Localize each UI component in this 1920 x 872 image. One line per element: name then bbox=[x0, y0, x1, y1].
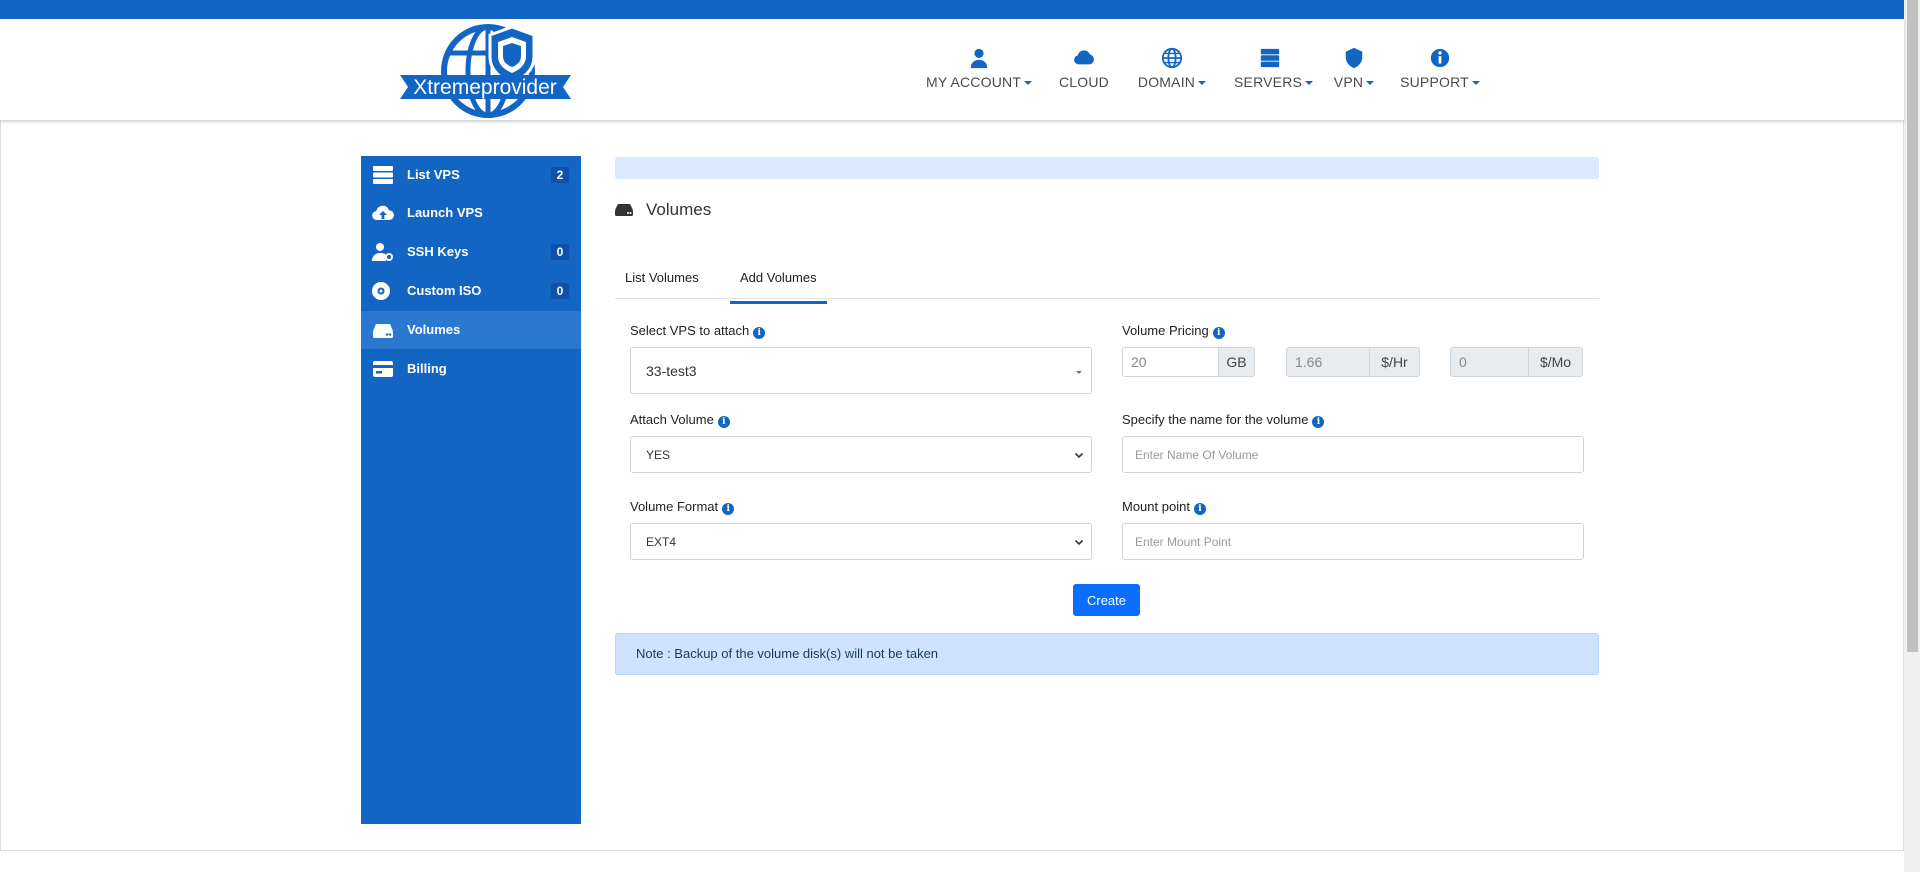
sidebar: List VPS 2 Launch VPS SSH Keys 0 Custom … bbox=[361, 156, 581, 824]
nav-domain-label: DOMAIN bbox=[1137, 74, 1196, 90]
site-header: Xtremeprovider MY ACCOUNT CLOUD DOMAIN S… bbox=[0, 19, 1904, 120]
sidebar-item-label: Billing bbox=[407, 361, 447, 376]
cloud-upload-icon bbox=[372, 203, 394, 223]
sidebar-item-label: List VPS bbox=[407, 167, 460, 182]
page-title-text: Volumes bbox=[646, 200, 712, 219]
monthly-price-unit: $/Mo bbox=[1529, 347, 1583, 377]
volume-name-input[interactable] bbox=[1122, 436, 1584, 473]
nav-cloud-label: CLOUD bbox=[1058, 74, 1109, 90]
caret-down-icon bbox=[1024, 81, 1033, 85]
mount-point-input[interactable] bbox=[1122, 523, 1584, 560]
caret-down-icon bbox=[1366, 81, 1375, 85]
caret-down-icon bbox=[1471, 81, 1480, 85]
tab-list-volumes[interactable]: List Volumes bbox=[625, 270, 699, 302]
cloud-icon bbox=[1058, 47, 1110, 69]
vps-select-value: 33-test3 bbox=[646, 363, 697, 379]
page-frame bbox=[0, 120, 1904, 851]
chevron-down-icon bbox=[1073, 536, 1085, 548]
sidebar-item-label: SSH Keys bbox=[407, 244, 469, 259]
info-icon bbox=[1400, 47, 1480, 69]
nav-cloud[interactable]: CLOUD bbox=[1058, 47, 1110, 107]
mount-point-label: Mount point i bbox=[1122, 499, 1206, 515]
nav-servers-label: SERVERS bbox=[1234, 74, 1303, 90]
hdd-icon bbox=[615, 203, 633, 217]
attach-volume-value: YES bbox=[646, 448, 671, 462]
nav-vpn-label: VPN bbox=[1333, 74, 1364, 90]
create-button[interactable]: Create bbox=[1073, 584, 1140, 616]
globe-icon bbox=[1136, 47, 1208, 69]
nav-my-account-label: MY ACCOUNT bbox=[926, 74, 1022, 90]
caret-down-icon bbox=[1198, 81, 1207, 85]
nav-domain[interactable]: DOMAIN bbox=[1136, 47, 1208, 107]
info-icon[interactable]: i bbox=[753, 327, 766, 339]
info-icon[interactable]: i bbox=[1193, 503, 1206, 515]
hourly-price-field: 1.66 bbox=[1286, 347, 1370, 377]
tab-add-volumes[interactable]: Add Volumes bbox=[730, 264, 827, 304]
info-icon[interactable]: i bbox=[717, 416, 730, 428]
sidebar-item-volumes[interactable]: Volumes bbox=[361, 311, 581, 349]
server-list-icon bbox=[372, 165, 394, 185]
page-scrollbar[interactable] bbox=[1904, 0, 1920, 872]
xtremeprovider-logo[interactable]: Xtremeprovider bbox=[398, 23, 573, 119]
user-icon bbox=[926, 47, 1032, 69]
hourly-price-unit: $/Hr bbox=[1370, 347, 1420, 377]
attach-volume-label-text: Attach Volume bbox=[630, 412, 714, 427]
volume-format-value: EXT4 bbox=[646, 535, 677, 549]
volume-size-input[interactable]: 20 bbox=[1122, 347, 1219, 377]
sidebar-item-custom-iso[interactable]: Custom ISO 0 bbox=[361, 272, 581, 310]
sidebar-item-label: Custom ISO bbox=[407, 283, 482, 298]
volume-name-label: Specify the name for the volume i bbox=[1122, 412, 1325, 428]
nav-vpn[interactable]: VPN bbox=[1332, 47, 1376, 107]
scrollbar-thumb[interactable] bbox=[1907, 0, 1918, 652]
select-vps-label-text: Select VPS to attach bbox=[630, 323, 750, 338]
shield-icon bbox=[1332, 47, 1376, 69]
info-icon[interactable]: i bbox=[722, 503, 735, 515]
vps-count-badge: 2 bbox=[551, 167, 569, 183]
volume-format-label-text: Volume Format bbox=[630, 499, 719, 514]
volume-name-label-text: Specify the name for the volume bbox=[1122, 412, 1309, 427]
caret-down-icon bbox=[1305, 81, 1314, 85]
sidebar-item-ssh-keys[interactable]: SSH Keys 0 bbox=[361, 233, 581, 271]
user-key-icon bbox=[372, 242, 394, 262]
vps-select[interactable]: 33-test3 bbox=[630, 347, 1092, 394]
attach-volume-select[interactable]: YES bbox=[630, 436, 1092, 473]
svg-text:Xtremeprovider: Xtremeprovider bbox=[413, 76, 557, 99]
nav-support[interactable]: SUPPORT bbox=[1400, 47, 1480, 107]
volume-tabs: List Volumes Add Volumes bbox=[615, 264, 1599, 304]
attach-volume-label: Attach Volume i bbox=[630, 412, 730, 428]
server-icon bbox=[1234, 47, 1306, 69]
chevron-down-icon bbox=[1073, 449, 1085, 461]
volume-format-label: Volume Format i bbox=[630, 499, 735, 515]
volume-pricing-label: Volume Pricing i bbox=[1122, 323, 1225, 339]
alert-banner bbox=[615, 157, 1599, 179]
sidebar-item-label: Volumes bbox=[407, 322, 461, 337]
volume-size-unit: GB bbox=[1219, 347, 1255, 377]
info-icon[interactable]: i bbox=[1312, 416, 1325, 428]
disc-icon bbox=[372, 281, 394, 301]
ssh-keys-count-badge: 0 bbox=[551, 244, 569, 260]
backup-note: Note : Backup of the volume disk(s) will… bbox=[615, 633, 1599, 675]
nav-my-account[interactable]: MY ACCOUNT bbox=[926, 47, 1033, 107]
credit-card-icon bbox=[372, 359, 394, 379]
sidebar-item-launch-vps[interactable]: Launch VPS bbox=[361, 194, 581, 232]
volume-format-select[interactable]: EXT4 bbox=[630, 523, 1092, 560]
mount-point-label-text: Mount point bbox=[1122, 499, 1190, 514]
nav-servers[interactable]: SERVERS bbox=[1234, 47, 1314, 107]
sidebar-item-list-vps[interactable]: List VPS 2 bbox=[361, 156, 581, 194]
top-accent-bar bbox=[0, 0, 1904, 19]
info-icon[interactable]: i bbox=[1212, 327, 1225, 339]
monthly-price-field: 0 bbox=[1450, 347, 1529, 377]
sidebar-item-label: Launch VPS bbox=[407, 205, 483, 220]
nav-support-label: SUPPORT bbox=[1400, 74, 1469, 90]
chevron-down-icon bbox=[1073, 366, 1085, 378]
select-vps-label: Select VPS to attach i bbox=[630, 323, 766, 339]
iso-count-badge: 0 bbox=[551, 283, 569, 299]
sidebar-item-billing[interactable]: Billing bbox=[361, 350, 581, 388]
hdd-icon bbox=[372, 320, 394, 340]
volume-pricing-label-text: Volume Pricing bbox=[1122, 323, 1209, 338]
